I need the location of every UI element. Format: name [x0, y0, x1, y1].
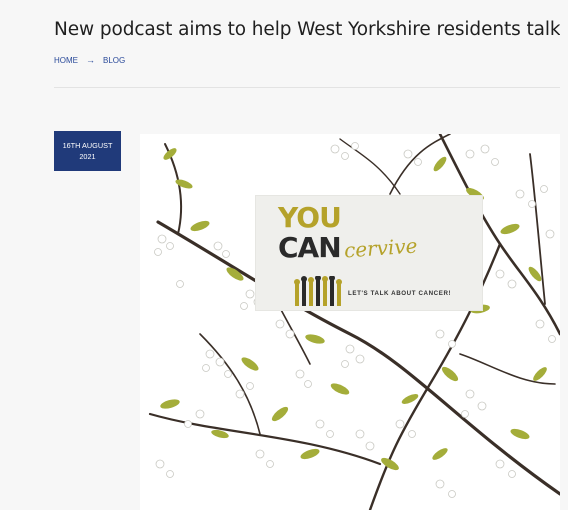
arrow-right-icon: →	[86, 55, 95, 65]
breadcrumb-home-link[interactable]: HOME	[54, 56, 78, 65]
article-title: New podcast aims to help West Yorkshire …	[54, 19, 568, 40]
logo-can-text: CAN	[278, 231, 342, 264]
date-year: 2021	[79, 152, 96, 161]
blossom-branches-image	[148, 134, 560, 510]
logo-you-text: YOU	[278, 201, 342, 234]
podcast-logo: YOU CAN cervive LET'S TALK ABOUT CANCER!	[256, 196, 482, 310]
breadcrumb: HOME → BLOG	[54, 55, 125, 65]
page: New podcast aims to help West Yorkshire …	[0, 0, 568, 510]
featured-image[interactable]: YOU CAN cervive LET'S TALK ABOUT CANCER!	[140, 134, 560, 510]
breadcrumb-blog-link[interactable]: BLOG	[103, 56, 125, 65]
logo-script-text: cervive	[343, 233, 419, 263]
raised-hands-icon	[294, 276, 342, 306]
logo-tagline: LET'S TALK ABOUT CANCER!	[348, 290, 452, 297]
page-right-edge	[560, 0, 568, 510]
header-divider	[54, 87, 568, 88]
date-badge: 16TH AUGUST 2021	[54, 131, 121, 171]
date-day-month: 16TH AUGUST	[62, 141, 113, 150]
